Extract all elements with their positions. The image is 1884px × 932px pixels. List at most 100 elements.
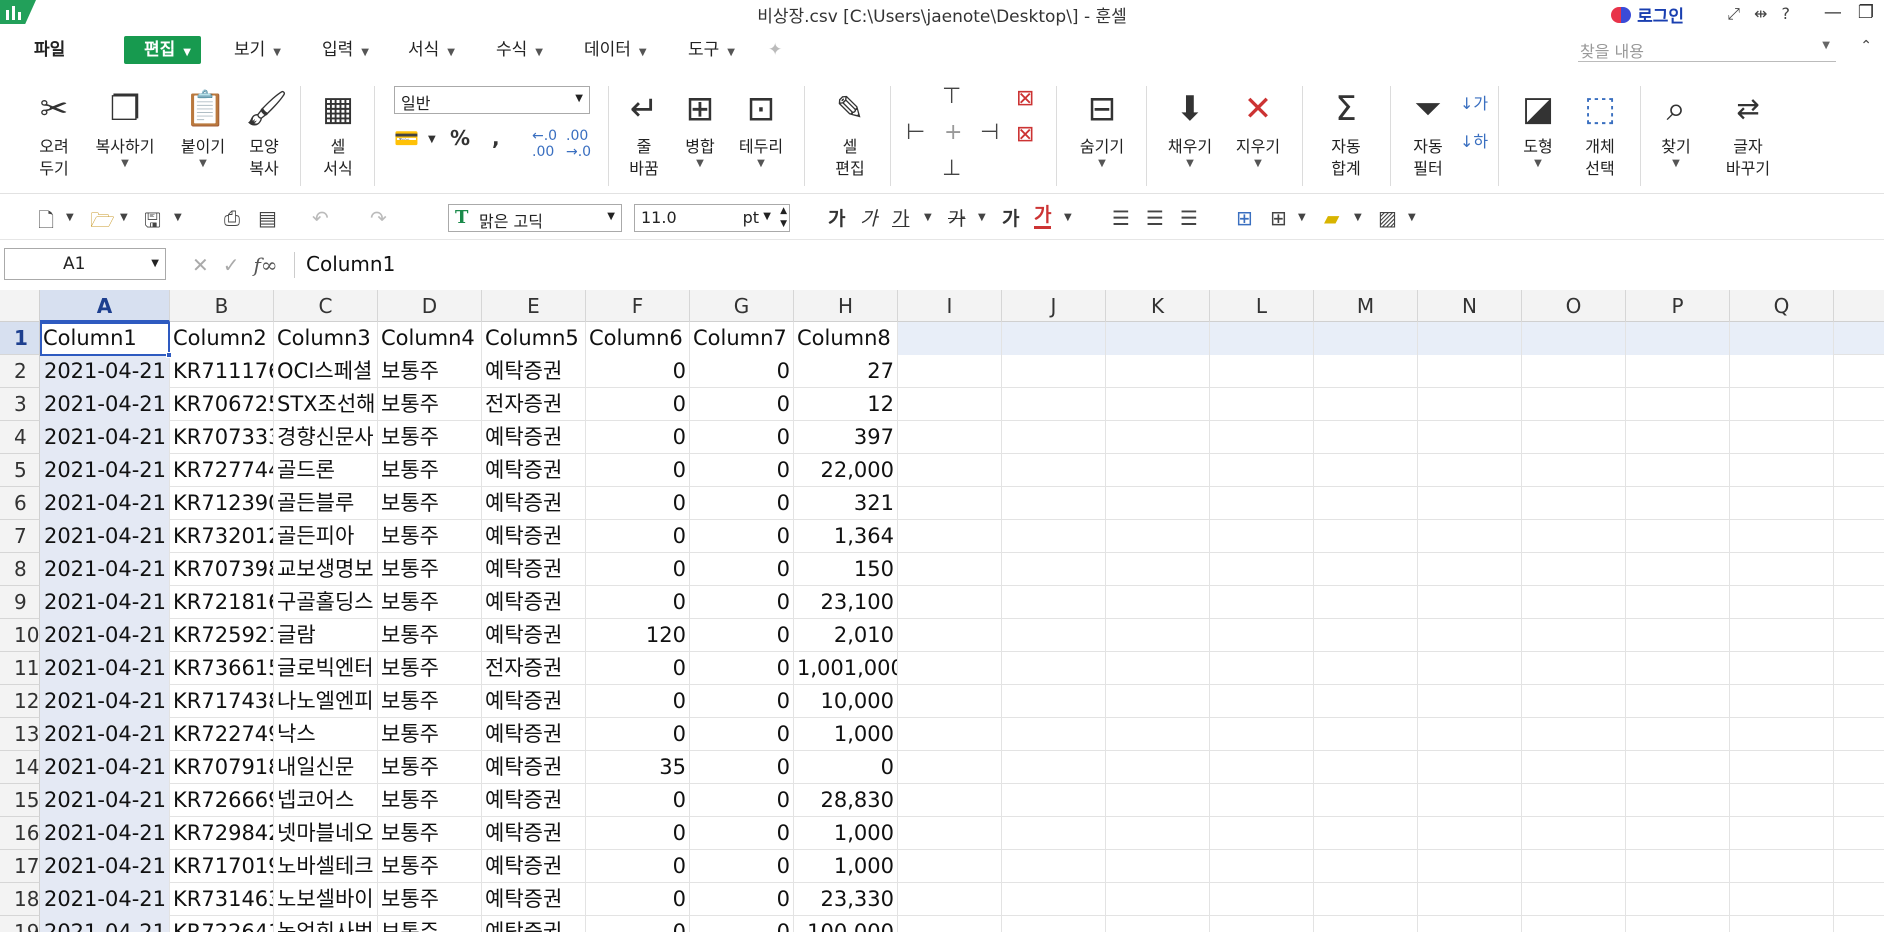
cell-e15[interactable]: 예탁증권: [482, 784, 586, 817]
cell-i15[interactable]: [898, 784, 1002, 817]
cell-n9[interactable]: [1418, 586, 1522, 619]
cell-k14[interactable]: [1106, 751, 1210, 784]
cell-d8[interactable]: 보통주: [378, 553, 482, 586]
cell-d9[interactable]: 보통주: [378, 586, 482, 619]
cell-l16[interactable]: [1210, 817, 1314, 850]
cell-l15[interactable]: [1210, 784, 1314, 817]
insert-row-below-icon[interactable]: ⊥: [942, 156, 961, 181]
chevron-down-icon[interactable]: ▼: [428, 134, 436, 145]
cell-b18[interactable]: KR731463(: [170, 883, 274, 916]
shadow-text-icon[interactable]: 가: [1002, 204, 1019, 231]
cell-k3[interactable]: [1106, 388, 1210, 421]
cell-a12[interactable]: 2021-04-21: [40, 685, 170, 718]
column-header-f[interactable]: F: [586, 290, 690, 322]
cell-m18[interactable]: [1314, 883, 1418, 916]
puzzle-icon[interactable]: ✦: [768, 36, 782, 64]
cell-l19[interactable]: [1210, 916, 1314, 932]
cell-n12[interactable]: [1418, 685, 1522, 718]
cell-g12[interactable]: 0: [690, 685, 794, 718]
cell-d12[interactable]: 보통주: [378, 685, 482, 718]
cell-a8[interactable]: 2021-04-21: [40, 553, 170, 586]
cell-g14[interactable]: 0: [690, 751, 794, 784]
cell-l6[interactable]: [1210, 487, 1314, 520]
cell-k16[interactable]: [1106, 817, 1210, 850]
cell-n3[interactable]: [1418, 388, 1522, 421]
cell-c10[interactable]: 글람: [274, 619, 378, 652]
cell-q18[interactable]: [1730, 883, 1834, 916]
cell-j4[interactable]: [1002, 421, 1106, 454]
insert-row-above-icon[interactable]: ⊤: [942, 84, 961, 109]
cell-i17[interactable]: [898, 850, 1002, 883]
cell-q14[interactable]: [1730, 751, 1834, 784]
cell-o8[interactable]: [1522, 553, 1626, 586]
cell-q11[interactable]: [1730, 652, 1834, 685]
cell-n16[interactable]: [1418, 817, 1522, 850]
cell-e12[interactable]: 예탁증권: [482, 685, 586, 718]
cell-f17[interactable]: 0: [586, 850, 690, 883]
cell-k4[interactable]: [1106, 421, 1210, 454]
cell-i11[interactable]: [898, 652, 1002, 685]
cell-j5[interactable]: [1002, 454, 1106, 487]
sort-descending-icon[interactable]: ↓하: [1460, 128, 1488, 152]
cell-f5[interactable]: 0: [586, 454, 690, 487]
cell-f16[interactable]: 0: [586, 817, 690, 850]
insert-column-right-icon[interactable]: ⊣: [980, 120, 999, 145]
menu-format[interactable]: 서식 ▼: [408, 36, 455, 64]
cell-p6[interactable]: [1626, 487, 1730, 520]
cell-a16[interactable]: 2021-04-21: [40, 817, 170, 850]
cell-b1[interactable]: Column2: [170, 322, 274, 355]
cell-k12[interactable]: [1106, 685, 1210, 718]
cell-f10[interactable]: 120: [586, 619, 690, 652]
cell-m1[interactable]: [1314, 322, 1418, 355]
row-header[interactable]: 2: [0, 355, 40, 388]
cell-a9[interactable]: 2021-04-21: [40, 586, 170, 619]
border-button[interactable]: ⊡ 테두리 ▼: [734, 88, 788, 170]
cell-o6[interactable]: [1522, 487, 1626, 520]
cell-c7[interactable]: 골든피아: [274, 520, 378, 553]
cell-e16[interactable]: 예탁증권: [482, 817, 586, 850]
cell-f19[interactable]: 0: [586, 916, 690, 932]
cell-n4[interactable]: [1418, 421, 1522, 454]
cell-l11[interactable]: [1210, 652, 1314, 685]
cell-q3[interactable]: [1730, 388, 1834, 421]
cell-q10[interactable]: [1730, 619, 1834, 652]
cell-j8[interactable]: [1002, 553, 1106, 586]
cell-j16[interactable]: [1002, 817, 1106, 850]
split-view-icon[interactable]: ⇹: [1754, 4, 1767, 24]
cell-p1[interactable]: [1626, 322, 1730, 355]
row-header[interactable]: 3: [0, 388, 40, 421]
cell-k10[interactable]: [1106, 619, 1210, 652]
cell-b5[interactable]: KR727744(: [170, 454, 274, 487]
row-header[interactable]: 12: [0, 685, 40, 718]
column-header-j[interactable]: J: [1002, 290, 1106, 322]
cell-q2[interactable]: [1730, 355, 1834, 388]
cell-d17[interactable]: 보통주: [378, 850, 482, 883]
cell-e3[interactable]: 전자증권: [482, 388, 586, 421]
cell-i3[interactable]: [898, 388, 1002, 421]
cell-f13[interactable]: 0: [586, 718, 690, 751]
hide-button[interactable]: ⊟ 숨기기 ▼: [1072, 88, 1132, 170]
cell-i7[interactable]: [898, 520, 1002, 553]
column-header-n[interactable]: N: [1418, 290, 1522, 322]
cell-c9[interactable]: 구골홀딩스: [274, 586, 378, 619]
cell-d3[interactable]: 보통주: [378, 388, 482, 421]
cell-l18[interactable]: [1210, 883, 1314, 916]
cell-e18[interactable]: 예탁증권: [482, 883, 586, 916]
redo-icon[interactable]: ↷: [370, 206, 387, 230]
cell-d5[interactable]: 보통주: [378, 454, 482, 487]
cell-b19[interactable]: KR722641(: [170, 916, 274, 932]
cell-h19[interactable]: 100,000: [794, 916, 898, 932]
cell-l8[interactable]: [1210, 553, 1314, 586]
cell-a13[interactable]: 2021-04-21: [40, 718, 170, 751]
pattern-icon[interactable]: ▨: [1378, 206, 1397, 230]
column-header-k[interactable]: K: [1106, 290, 1210, 322]
cell-l12[interactable]: [1210, 685, 1314, 718]
cell-e6[interactable]: 예탁증권: [482, 487, 586, 520]
row-header[interactable]: 6: [0, 487, 40, 520]
fullscreen-icon[interactable]: ⤢: [1727, 4, 1740, 24]
cell-l1[interactable]: [1210, 322, 1314, 355]
cell-o10[interactable]: [1522, 619, 1626, 652]
column-header-b[interactable]: B: [170, 290, 274, 322]
cell-g6[interactable]: 0: [690, 487, 794, 520]
align-center-icon[interactable]: ☰: [1146, 206, 1164, 230]
